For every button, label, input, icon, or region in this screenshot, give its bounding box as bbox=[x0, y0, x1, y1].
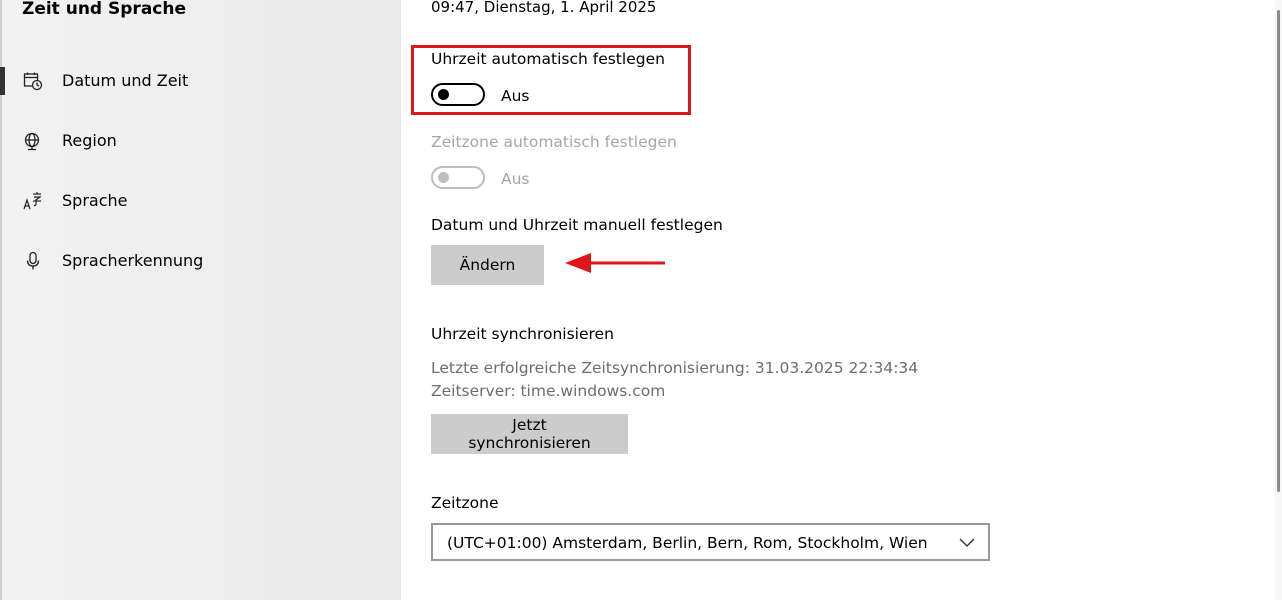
red-arrow-annotation bbox=[565, 253, 665, 273]
auto-timezone-state: Aus bbox=[501, 170, 530, 188]
chevron-down-icon bbox=[959, 538, 975, 547]
scrollbar-thumb[interactable] bbox=[1277, 10, 1280, 492]
auto-time-state: Aus bbox=[501, 87, 530, 105]
settings-window: Zeit und Sprache Datum und Zeit Region S… bbox=[0, 0, 1282, 600]
sync-title: Uhrzeit synchronisieren bbox=[431, 325, 614, 343]
sync-now-button[interactable]: Jetzt synchronisieren bbox=[431, 414, 628, 454]
sidebar-item-label: Sprache bbox=[62, 191, 128, 210]
microphone-icon bbox=[22, 250, 44, 272]
auto-time-toggle[interactable] bbox=[431, 83, 485, 106]
current-datetime: 09:47, Dienstag, 1. April 2025 bbox=[431, 0, 657, 16]
main-content: 09:47, Dienstag, 1. April 2025 Uhrzeit a… bbox=[401, 0, 1282, 600]
sidebar: Zeit und Sprache Datum und Zeit Region S… bbox=[0, 0, 401, 600]
timezone-value: (UTC+01:00) Amsterdam, Berlin, Bern, Rom… bbox=[447, 534, 928, 552]
calendar-clock-icon bbox=[22, 70, 44, 92]
sidebar-item-sprache[interactable]: Sprache bbox=[2, 179, 401, 223]
sidebar-item-label: Region bbox=[62, 131, 117, 150]
globe-icon bbox=[22, 130, 44, 152]
toggle-knob bbox=[438, 172, 449, 183]
auto-timezone-label: Zeitzone automatisch festlegen bbox=[431, 133, 677, 151]
language-icon bbox=[22, 190, 44, 212]
sidebar-item-label: Spracherkennung bbox=[62, 251, 204, 270]
manual-datetime-label: Datum und Uhrzeit manuell festlegen bbox=[431, 216, 723, 234]
sidebar-item-datum-und-zeit[interactable]: Datum und Zeit bbox=[0, 59, 401, 103]
sidebar-item-region[interactable]: Region bbox=[2, 119, 401, 163]
auto-timezone-toggle bbox=[431, 166, 485, 189]
timezone-select[interactable]: (UTC+01:00) Amsterdam, Berlin, Bern, Rom… bbox=[431, 523, 990, 561]
time-server-text: Zeitserver: time.windows.com bbox=[431, 382, 666, 400]
sidebar-item-spracherkennung[interactable]: Spracherkennung bbox=[2, 239, 401, 283]
sidebar-title: Zeit und Sprache bbox=[22, 0, 186, 19]
change-button[interactable]: Ändern bbox=[431, 245, 544, 285]
auto-time-label: Uhrzeit automatisch festlegen bbox=[431, 50, 665, 68]
last-sync-text: Letzte erfolgreiche Zeitsynchronisierung… bbox=[431, 359, 919, 377]
toggle-knob bbox=[438, 89, 449, 100]
scrollbar[interactable] bbox=[1275, 0, 1282, 600]
sidebar-item-label: Datum und Zeit bbox=[62, 71, 189, 90]
timezone-label: Zeitzone bbox=[431, 494, 499, 512]
